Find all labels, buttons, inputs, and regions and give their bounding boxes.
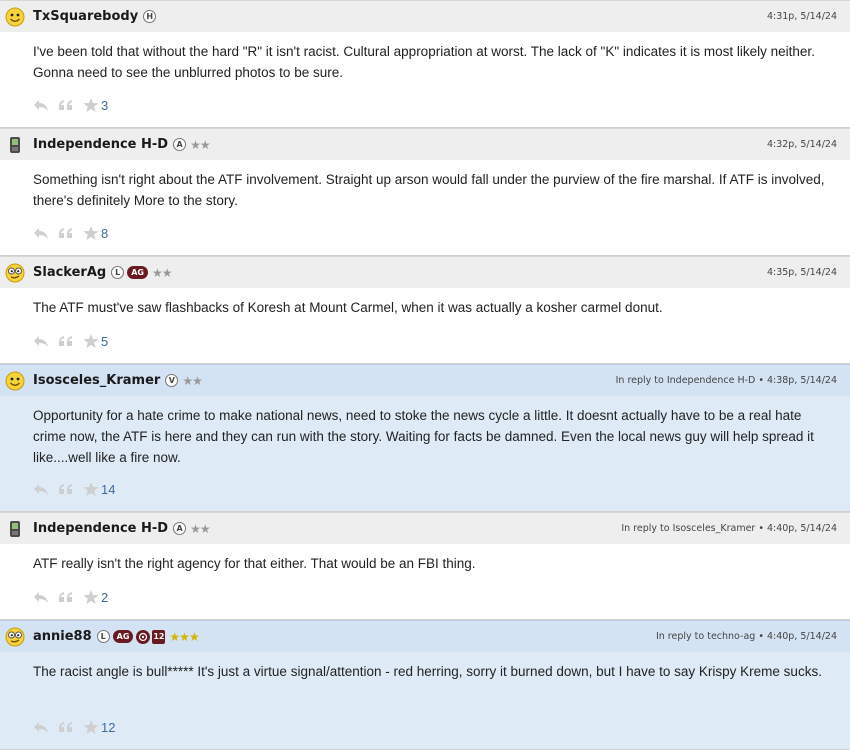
comment-post: Isosceles_Kramer V ★★ In reply to Indepe… [0, 364, 850, 512]
post-actions: 3 [0, 83, 108, 127]
user-badge: L [96, 630, 110, 643]
username-link[interactable]: Independence H-D [33, 137, 168, 152]
reply-icon[interactable] [33, 720, 49, 734]
reply-icon[interactable] [33, 334, 49, 348]
class-year-badge: 12 [152, 629, 166, 644]
post-body: Opportunity for a hate crime to make nat… [33, 408, 814, 465]
star-icon[interactable] [83, 481, 99, 497]
post-meta[interactable]: In reply to Isosceles_Kramer • 4:40p, 5/… [621, 523, 837, 534]
comment-post: Independence H-D A ★★ 4:32p, 5/14/24 Som… [0, 128, 850, 256]
post-actions: 5 [0, 319, 108, 363]
rank-stars: ★★ [190, 521, 210, 536]
rank-stars: ★★ [190, 137, 210, 152]
quote-icon[interactable] [58, 226, 74, 240]
reply-icon[interactable] [33, 590, 49, 604]
comment-post: Independence H-D A ★★ In reply to Isosce… [0, 512, 850, 620]
post-actions: 8 [0, 211, 108, 255]
nerd-face-icon[interactable] [5, 627, 25, 647]
ag-badge: AG [112, 630, 134, 643]
phone-icon[interactable] [5, 519, 25, 539]
post-actions: 12 [0, 705, 115, 749]
star-count[interactable]: 8 [101, 226, 108, 241]
comment-post: SlackerAg L AG ★★ 4:35p, 5/14/24 The ATF … [0, 256, 850, 364]
post-meta[interactable]: 4:35p, 5/14/24 [767, 267, 837, 278]
post-body: The racist angle is bull***** It's just … [33, 664, 822, 679]
username-link[interactable]: Independence H-D [33, 521, 168, 536]
user-badge: V [165, 374, 179, 387]
star-count[interactable]: 3 [101, 98, 108, 113]
post-header: Independence H-D A ★★ 4:32p, 5/14/24 [0, 128, 850, 160]
post-meta[interactable]: In reply to techno-ag • 4:40p, 5/14/24 [656, 631, 837, 642]
rank-stars: ★★★ [169, 629, 199, 644]
quote-icon[interactable] [58, 590, 74, 604]
post-body: Something isn't right about the ATF invo… [33, 172, 825, 208]
post-body: ATF really isn't the right agency for th… [33, 556, 476, 571]
phone-icon[interactable] [5, 135, 25, 155]
username-link[interactable]: SlackerAg [33, 265, 106, 280]
reply-icon[interactable] [33, 482, 49, 496]
post-meta[interactable]: 4:31p, 5/14/24 [767, 11, 837, 22]
post-header: Independence H-D A ★★ In reply to Isosce… [0, 512, 850, 544]
post-meta[interactable]: 4:32p, 5/14/24 [767, 139, 837, 150]
quote-icon[interactable] [58, 334, 74, 348]
post-actions: 14 [0, 467, 115, 511]
star-count[interactable]: 5 [101, 334, 108, 349]
post-actions: 2 [0, 575, 108, 619]
post-header: annie88 L AG 12 ★★★ In reply to techno-ag … [0, 620, 850, 652]
smiley-face-icon[interactable] [5, 371, 25, 391]
star-icon[interactable] [83, 333, 99, 349]
rank-stars: ★★ [182, 373, 202, 388]
star-icon[interactable] [83, 589, 99, 605]
quote-icon[interactable] [58, 98, 74, 112]
post-meta[interactable]: In reply to Independence H-D • 4:38p, 5/… [616, 375, 837, 386]
comment-post: annie88 L AG 12 ★★★ In reply to techno-ag … [0, 620, 850, 750]
team-logo-icon [136, 629, 151, 644]
post-header: TxSquarebody H 4:31p, 5/14/24 [0, 0, 850, 32]
star-count[interactable]: 2 [101, 590, 108, 605]
rank-stars: ★★ [151, 265, 172, 280]
post-body: The ATF must've saw flashbacks of Koresh… [33, 300, 663, 315]
star-count[interactable]: 14 [101, 482, 115, 497]
user-badge: A [173, 138, 187, 151]
post-body: I've been told that without the hard "R"… [33, 44, 815, 80]
username-link[interactable]: TxSquarebody [33, 9, 138, 24]
quote-icon[interactable] [58, 720, 74, 734]
comment-post: TxSquarebody H 4:31p, 5/14/24 I've been … [0, 0, 850, 128]
ag-badge: AG [127, 266, 148, 279]
nerd-face-icon[interactable] [5, 263, 25, 283]
reply-icon[interactable] [33, 98, 49, 112]
user-badge: H [143, 10, 157, 23]
user-badge: L [111, 266, 125, 279]
username-link[interactable]: Isosceles_Kramer [33, 373, 160, 388]
reply-icon[interactable] [33, 226, 49, 240]
username-link[interactable]: annie88 [33, 629, 92, 644]
comment-thread: TxSquarebody H 4:31p, 5/14/24 I've been … [0, 0, 850, 750]
user-badge: A [173, 522, 187, 535]
star-count[interactable]: 12 [101, 720, 115, 735]
star-icon[interactable] [83, 225, 99, 241]
smiley-face-icon[interactable] [5, 7, 25, 27]
star-icon[interactable] [83, 97, 99, 113]
quote-icon[interactable] [58, 482, 74, 496]
star-icon[interactable] [83, 719, 99, 735]
post-header: SlackerAg L AG ★★ 4:35p, 5/14/24 [0, 256, 850, 288]
post-header: Isosceles_Kramer V ★★ In reply to Indepe… [0, 364, 850, 396]
